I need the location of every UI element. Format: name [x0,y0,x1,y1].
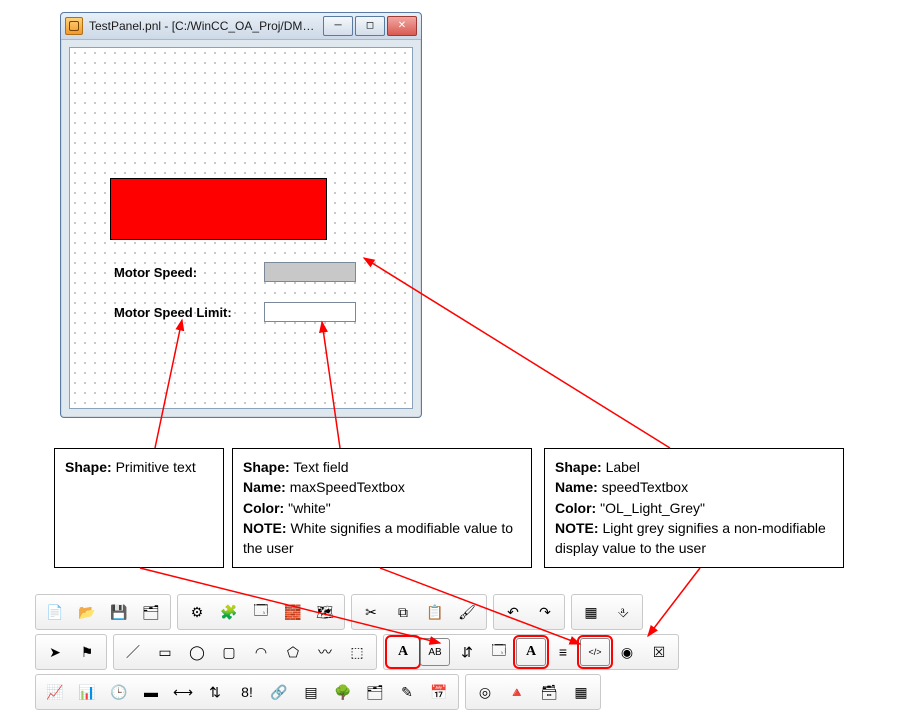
close-button[interactable]: ✕ [387,16,417,36]
callout1-shape-key: Shape: [65,459,112,475]
spin-box-icon[interactable]: ⇅ [200,678,230,706]
progress-icon[interactable]: ▬ [136,678,166,706]
tree-icon[interactable]: 🧱 [278,598,308,626]
callout2-shape-key: Shape: [243,459,290,475]
motor-speed-limit-label: Motor Speed Limit: [114,305,254,320]
callout3-color-key: Color: [555,500,596,516]
combobox-icon[interactable]: ≡ [548,638,578,666]
toolbar-row-2: ➤⚑／▭◯▢◠⬠〰⬚AAB⇵🗔A≡</>◉☒ [32,632,682,672]
cone-icon[interactable]: 🔺 [502,678,532,706]
undo-icon[interactable]: ↶ [498,598,528,626]
callout2-name-key: Name: [243,479,286,495]
editor-window: TestPanel.pnl - [C:/WinCC_OA_Proj/DMC_Tu… [60,12,422,418]
rectangle-icon[interactable]: ▭ [150,638,180,666]
hierarchy-icon[interactable]: 🗺 [310,598,340,626]
rounded-rect-icon[interactable]: ▢ [214,638,244,666]
format-painter-icon[interactable]: 🖌 [452,598,482,626]
code-label-icon[interactable]: </> [580,638,610,666]
ellipse-icon[interactable]: ◯ [182,638,212,666]
gear-icon[interactable]: ⚙ [182,598,212,626]
line-icon[interactable]: ／ [118,638,148,666]
frame-icon[interactable]: 🗔 [484,638,514,666]
motor-speed-limit-row: Motor Speed Limit: [114,302,356,322]
motor-speed-row: Motor Speed: [114,262,356,282]
new-file-icon[interactable]: 📄 [40,598,70,626]
copy-icon[interactable]: ⧉ [388,598,418,626]
toolbar-row-3: 📈📊🕒▬⟷⇅8!🔗▤🌳🗂✎📅 ◎🔺🗃▦ [32,672,604,712]
snap-grid-icon[interactable]: ▦ [576,598,606,626]
window-title: TestPanel.pnl - [C:/WinCC_OA_Proj/DMC_Tu… [89,19,323,33]
close-x-icon[interactable]: ☒ [644,638,674,666]
callout3-name-val: speedTextbox [602,479,688,495]
text-field-icon[interactable]: AB [420,638,450,666]
freeform-icon[interactable]: 〰 [310,638,340,666]
radio-icon[interactable]: ◉ [612,638,642,666]
toolbar-row-1: 📄📂💾🗂 ⚙🧩🗔🧱🗺 ✂⧉📋🖌 ↶↷ ▦⎀ [32,592,646,632]
button-icon[interactable]: ⬚ [342,638,372,666]
tab-icon[interactable]: 🗂 [360,678,390,706]
callout2-shape-val: Text field [293,459,348,475]
open-folder-icon[interactable]: 📂 [72,598,102,626]
polygon-icon[interactable]: ⬠ [278,638,308,666]
toolbars: 📄📂💾🗂⚙🧩🗔🧱🗺✂⧉📋🖌↶↷▦⎀ ➤⚑／▭◯▢◠⬠〰⬚AAB⇵🗔A≡</>◉☒… [32,592,862,712]
trend-icon[interactable]: 📈 [40,678,70,706]
label-icon[interactable]: A [516,638,546,666]
callout1-shape-val: Primitive text [116,459,196,475]
radio-dot-icon[interactable]: ◎ [470,678,500,706]
motor-speed-label: Motor Speed: [114,265,254,280]
tree-view-icon[interactable]: 🌳 [328,678,358,706]
numeric-io-icon[interactable]: 8! [232,678,262,706]
max-speed-textbox[interactable] [264,302,356,322]
panel-canvas[interactable]: Motor Speed: Motor Speed Limit: [69,47,413,409]
app-icon [65,17,83,35]
callout3-color-val: "OL_Light_Grey" [600,500,705,516]
layers-icon[interactable]: 🗃 [534,678,564,706]
redo-icon[interactable]: ↷ [530,598,560,626]
primitive-text-icon[interactable]: A [388,638,418,666]
pointer-icon[interactable]: ➤ [40,638,70,666]
bar-chart-icon[interactable]: 📊 [72,678,102,706]
callout2-color-key: Color: [243,500,284,516]
save-all-icon[interactable]: 🗂 [136,598,166,626]
panel-manager-icon[interactable]: 🗔 [246,598,276,626]
callout3-shape-key: Shape: [555,459,602,475]
callout2-color-val: "white" [288,500,331,516]
callout3-name-key: Name: [555,479,598,495]
callout-label: Shape: Label Name: speedTextbox Color: "… [544,448,844,568]
module-icon[interactable]: 🧩 [214,598,244,626]
maximize-button[interactable]: ◻ [355,16,385,36]
clock-icon[interactable]: 🕒 [104,678,134,706]
window-buttons: ─ ◻ ✕ [323,16,417,36]
callout-text-field: Shape: Text field Name: maxSpeedTextbox … [232,448,532,568]
script-editor-icon[interactable]: ✎ [392,678,422,706]
paste-icon[interactable]: 📋 [420,598,450,626]
window-titlebar[interactable]: TestPanel.pnl - [C:/WinCC_OA_Proj/DMC_Tu… [61,13,421,40]
callout2-name-val: maxSpeedTextbox [290,479,405,495]
table-icon[interactable]: ▤ [296,678,326,706]
grid-table-icon[interactable]: ▦ [566,678,596,706]
callout3-note-key: NOTE: [555,520,599,536]
spin-icon[interactable]: ⇵ [452,638,482,666]
calendar-icon[interactable]: 📅 [424,678,454,706]
flag-icon[interactable]: ⚑ [72,638,102,666]
callout-primitive-text: Shape: Primitive text [54,448,224,568]
cut-icon[interactable]: ✂ [356,598,386,626]
anchor-icon[interactable]: ⎀ [608,598,638,626]
callout2-note-key: NOTE: [243,520,287,536]
slider-icon[interactable]: ⟷ [168,678,198,706]
red-rectangle[interactable] [110,178,327,240]
speed-textbox[interactable] [264,262,356,282]
arc-icon[interactable]: ◠ [246,638,276,666]
minimize-button[interactable]: ─ [323,16,353,36]
link-icon[interactable]: 🔗 [264,678,294,706]
save-icon[interactable]: 💾 [104,598,134,626]
callout3-shape-val: Label [606,459,640,475]
